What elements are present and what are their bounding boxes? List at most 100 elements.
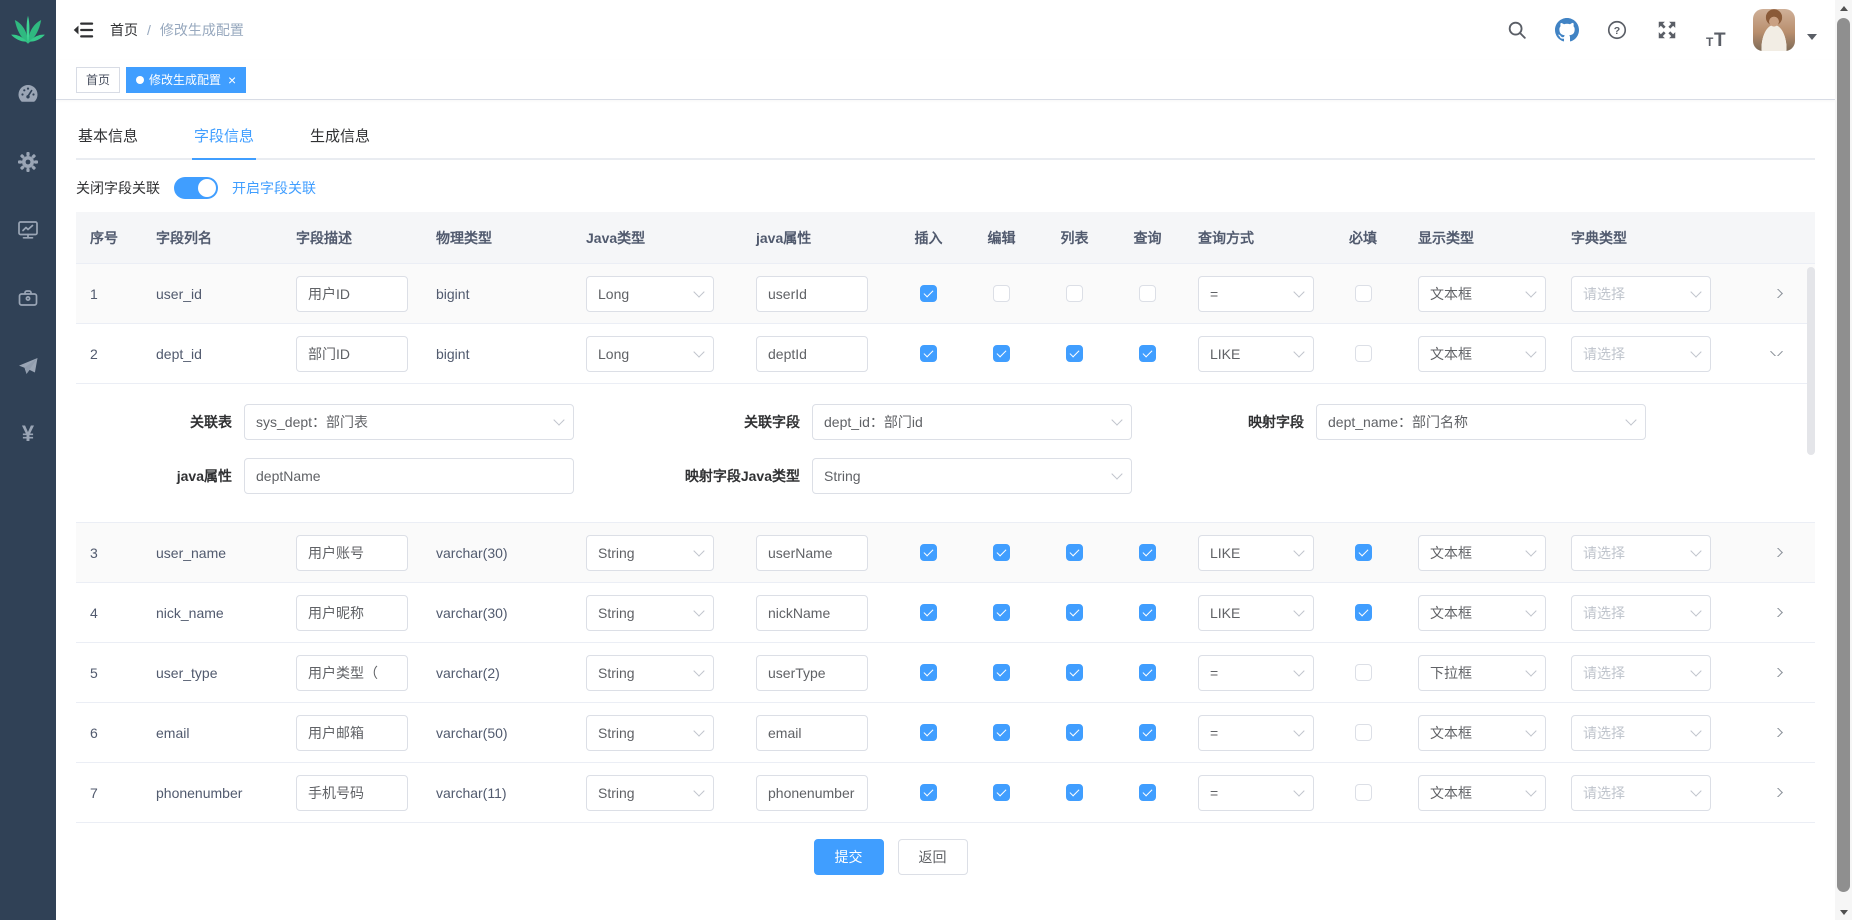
insert-checkbox[interactable] <box>920 544 937 561</box>
collapse-chevron-icon[interactable] <box>1770 351 1783 356</box>
java-type-select[interactable]: String <box>586 715 714 751</box>
query-checkbox[interactable] <box>1139 724 1156 741</box>
scrollbar-up-arrow-icon[interactable] <box>1835 0 1852 16</box>
java-type-select[interactable]: String <box>586 595 714 631</box>
search-icon[interactable] <box>1497 10 1537 50</box>
list-checkbox[interactable] <box>1066 345 1083 362</box>
java-attr-input[interactable] <box>756 535 868 571</box>
tag-close-icon[interactable]: × <box>228 73 236 87</box>
insert-checkbox[interactable] <box>920 784 937 801</box>
query-mode-select[interactable]: = <box>1198 655 1314 691</box>
edit-checkbox[interactable] <box>993 285 1010 302</box>
query-mode-select[interactable]: = <box>1198 276 1314 312</box>
field-desc-input[interactable] <box>296 595 408 631</box>
display-type-select[interactable]: 下拉框 <box>1418 655 1546 691</box>
font-size-icon[interactable]: T T <box>1697 10 1737 50</box>
list-checkbox[interactable] <box>1066 664 1083 681</box>
java-attr-input[interactable] <box>756 715 868 751</box>
insert-checkbox[interactable] <box>920 345 937 362</box>
field-desc-input[interactable] <box>296 336 408 372</box>
java-type-select[interactable]: String <box>586 655 714 691</box>
assoc-table-select[interactable]: sys_dept：部门表 <box>244 404 574 440</box>
user-avatar[interactable] <box>1753 9 1795 51</box>
list-checkbox[interactable] <box>1066 604 1083 621</box>
page-scrollbar-thumb[interactable] <box>1837 18 1850 892</box>
edit-checkbox[interactable] <box>993 345 1010 362</box>
query-checkbox[interactable] <box>1139 604 1156 621</box>
dict-type-select[interactable]: 请选择 <box>1571 595 1711 631</box>
caret-down-icon[interactable] <box>1807 34 1817 40</box>
java-attr-input[interactable] <box>756 276 868 312</box>
field-desc-input[interactable] <box>296 655 408 691</box>
sidebar-item-job[interactable] <box>0 332 56 400</box>
required-checkbox[interactable] <box>1355 604 1372 621</box>
submit-button[interactable]: 提交 <box>814 839 884 875</box>
map-field-select[interactable]: dept_name：部门名称 <box>1316 404 1646 440</box>
display-type-select[interactable]: 文本框 <box>1418 535 1546 571</box>
app-logo-icon[interactable] <box>0 0 56 60</box>
sidebar-item-system[interactable] <box>0 128 56 196</box>
help-icon[interactable]: ? <box>1597 10 1637 50</box>
edit-checkbox[interactable] <box>993 544 1010 561</box>
java-attr-input[interactable] <box>756 595 868 631</box>
sidebar-item-finance[interactable]: ¥ <box>0 400 56 468</box>
expand-chevron-icon[interactable] <box>1770 548 1783 557</box>
back-button[interactable]: 返回 <box>898 839 968 875</box>
tag-modify-gen-config[interactable]: 修改生成配置 × <box>126 67 246 93</box>
expand-chevron-icon[interactable] <box>1770 289 1783 298</box>
dict-type-select[interactable]: 请选择 <box>1571 655 1711 691</box>
query-checkbox[interactable] <box>1139 784 1156 801</box>
required-checkbox[interactable] <box>1355 664 1372 681</box>
tab-basic-info[interactable]: 基本信息 <box>76 112 140 158</box>
edit-checkbox[interactable] <box>993 784 1010 801</box>
scrollbar-down-arrow-icon[interactable] <box>1835 904 1852 920</box>
query-checkbox[interactable] <box>1139 544 1156 561</box>
java-attr-input[interactable] <box>756 655 868 691</box>
required-checkbox[interactable] <box>1355 784 1372 801</box>
display-type-select[interactable]: 文本框 <box>1418 595 1546 631</box>
display-type-select[interactable]: 文本框 <box>1418 775 1546 811</box>
list-checkbox[interactable] <box>1066 784 1083 801</box>
query-mode-select[interactable]: = <box>1198 715 1314 751</box>
query-checkbox[interactable] <box>1139 345 1156 362</box>
assoc-field-select[interactable]: dept_id：部门id <box>812 404 1132 440</box>
insert-checkbox[interactable] <box>920 724 937 741</box>
required-checkbox[interactable] <box>1355 724 1372 741</box>
expand-chevron-icon[interactable] <box>1770 788 1783 797</box>
expand-chevron-icon[interactable] <box>1770 668 1783 677</box>
field-desc-input[interactable] <box>296 775 408 811</box>
java-type-select[interactable]: String <box>586 775 714 811</box>
query-mode-select[interactable]: LIKE <box>1198 336 1314 372</box>
java-attr-input[interactable] <box>756 336 868 372</box>
field-desc-input[interactable] <box>296 535 408 571</box>
field-desc-input[interactable] <box>296 715 408 751</box>
dict-type-select[interactable]: 请选择 <box>1571 775 1711 811</box>
dict-type-select[interactable]: 请选择 <box>1571 715 1711 751</box>
table-scrollbar-thumb[interactable] <box>1807 267 1815 455</box>
list-checkbox[interactable] <box>1066 285 1083 302</box>
tag-home[interactable]: 首页 <box>76 67 120 93</box>
query-mode-select[interactable]: = <box>1198 775 1314 811</box>
java-type-select[interactable]: String <box>586 535 714 571</box>
java-attr-input[interactable] <box>756 775 868 811</box>
java-type-select[interactable]: Long <box>586 276 714 312</box>
java-type-select[interactable]: Long <box>586 336 714 372</box>
display-type-select[interactable]: 文本框 <box>1418 276 1546 312</box>
sidebar-item-tool[interactable] <box>0 264 56 332</box>
tab-gen-info[interactable]: 生成信息 <box>308 112 372 158</box>
sidebar-collapse-icon[interactable] <box>72 20 94 40</box>
fullscreen-icon[interactable] <box>1647 10 1687 50</box>
required-checkbox[interactable] <box>1355 345 1372 362</box>
query-mode-select[interactable]: LIKE <box>1198 535 1314 571</box>
query-checkbox[interactable] <box>1139 285 1156 302</box>
page-scrollbar[interactable] <box>1835 0 1852 920</box>
dict-type-select[interactable]: 请选择 <box>1571 336 1711 372</box>
required-checkbox[interactable] <box>1355 285 1372 302</box>
display-type-select[interactable]: 文本框 <box>1418 336 1546 372</box>
dict-type-select[interactable]: 请选择 <box>1571 535 1711 571</box>
sidebar-item-dashboard[interactable] <box>0 60 56 128</box>
field-desc-input[interactable] <box>296 276 408 312</box>
github-icon[interactable] <box>1547 10 1587 50</box>
dict-type-select[interactable]: 请选择 <box>1571 276 1711 312</box>
insert-checkbox[interactable] <box>920 604 937 621</box>
